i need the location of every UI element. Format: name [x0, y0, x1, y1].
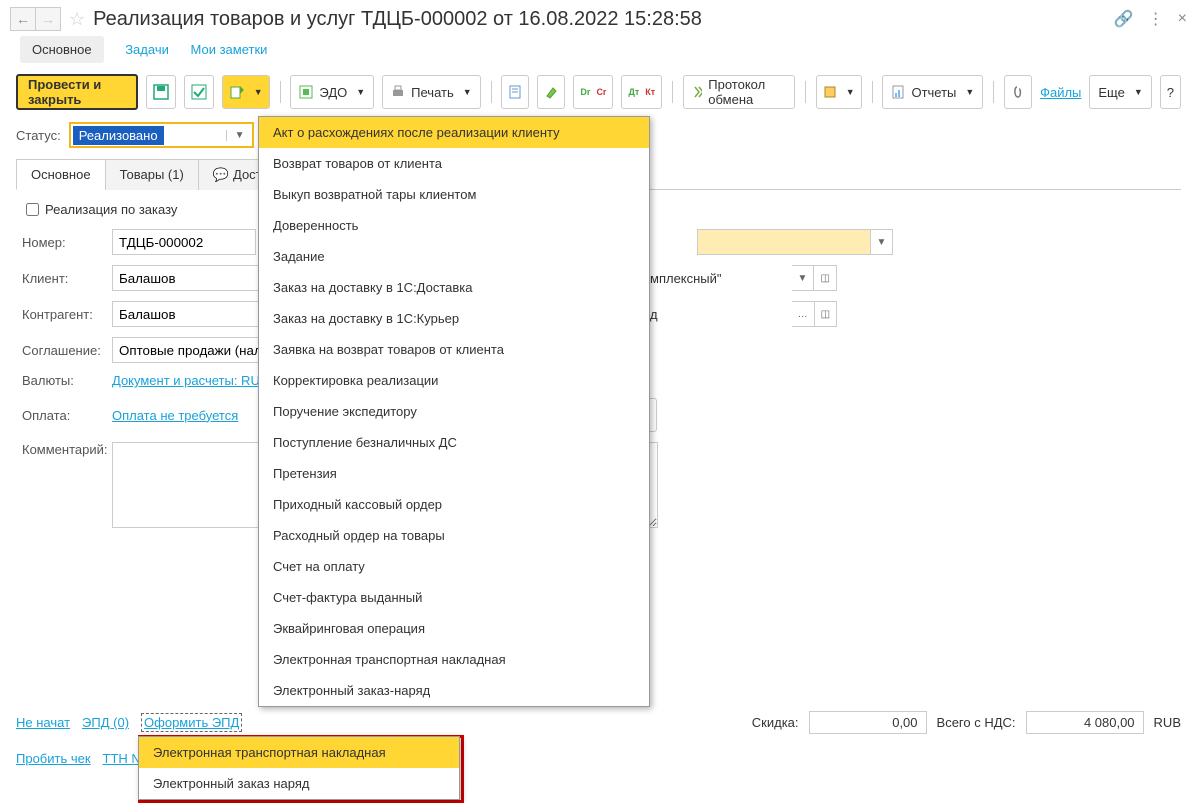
comment-icon: 💬: [213, 167, 229, 182]
comment-label: Комментарий:: [22, 442, 112, 457]
menu-item[interactable]: Заказ на доставку в 1С:Доставка: [259, 272, 649, 303]
tab-main[interactable]: Основное: [16, 159, 106, 190]
help-button[interactable]: ?: [1160, 75, 1181, 109]
link-external-icon[interactable]: 🔗: [1114, 9, 1134, 29]
number-input[interactable]: [112, 229, 256, 255]
number-label: Номер:: [22, 235, 112, 250]
by-order-label: Реализация по заказу: [45, 202, 177, 217]
nav-forward-button[interactable]: →: [36, 7, 61, 31]
create-based-on-button[interactable]: ▼: [222, 75, 270, 109]
kebab-menu-icon[interactable]: ⋮: [1148, 9, 1164, 29]
title-bar: ← → ☆ Реализация товаров и услуг ТДЦБ-00…: [0, 0, 1197, 38]
edo-button[interactable]: ЭДО▼: [290, 75, 374, 109]
menu-item[interactable]: Выкуп возвратной тары клиентом: [259, 179, 649, 210]
total-label: Всего с НДС:: [937, 715, 1016, 730]
client-input[interactable]: [112, 265, 270, 291]
menu-item[interactable]: Возврат товаров от клиента: [259, 148, 649, 179]
status-label: Статус:: [16, 128, 61, 143]
menu-item[interactable]: Электронная транспортная накладная: [259, 644, 649, 675]
menu-item[interactable]: Доверенность: [259, 210, 649, 241]
dt-kt-button[interactable]: ДтКт: [621, 75, 662, 109]
dr-cr-button[interactable]: DrCr: [573, 75, 613, 109]
payment-label: Оплата:: [22, 408, 112, 423]
status-value: Реализовано: [73, 126, 164, 145]
partial-text: д: [650, 307, 658, 322]
footer-row-2: Пробить чек ТТН №: [16, 751, 145, 766]
menu-item[interactable]: Эквайринговая операция: [259, 613, 649, 644]
ellipsis-icon[interactable]: …: [792, 301, 815, 327]
currency-link[interactable]: Документ и расчеты: RU: [112, 373, 260, 388]
section-main[interactable]: Основное: [20, 36, 104, 63]
more-button[interactable]: Еще▼: [1089, 75, 1151, 109]
epd-link[interactable]: ЭПД (0): [82, 715, 129, 730]
agreement-input[interactable]: [112, 337, 270, 363]
close-icon[interactable]: ×: [1178, 10, 1187, 28]
protocol-button[interactable]: Протокол обмена: [683, 75, 795, 109]
issue-epd-link[interactable]: Оформить ЭПД: [141, 713, 242, 732]
menu-item[interactable]: Поручение экспедитору: [259, 396, 649, 427]
files-link[interactable]: Файлы: [1040, 85, 1081, 100]
menu-item[interactable]: Приходный кассовый ордер: [259, 489, 649, 520]
post-and-close-button[interactable]: Провести и закрыть: [16, 74, 138, 110]
menu-item[interactable]: Заказ на доставку в 1С:Курьер: [259, 303, 649, 334]
dropdown-icon[interactable]: ▼: [792, 265, 815, 291]
menu-item[interactable]: Задание: [259, 241, 649, 272]
discount-value[interactable]: 0,00: [809, 711, 927, 734]
menu-item[interactable]: Счет-фактура выданный: [259, 582, 649, 613]
menu-item-etn[interactable]: Электронная транспортная накладная: [139, 737, 459, 768]
menu-item-ezn[interactable]: Электронный заказ наряд: [139, 768, 459, 799]
discount-label: Скидка:: [752, 715, 799, 730]
page-title: Реализация товаров и услуг ТДЦБ-000002 о…: [93, 8, 702, 31]
issue-epd-menu: Электронная транспортная накладная Элект…: [138, 736, 460, 800]
menu-item[interactable]: Заявка на возврат товаров от клиента: [259, 334, 649, 365]
by-order-checkbox[interactable]: [26, 203, 39, 216]
create-based-on-menu: Акт о расхождениях после реализации клие…: [258, 116, 650, 707]
nav-back-button[interactable]: ←: [10, 7, 36, 31]
menu-item[interactable]: Корректировка реализации: [259, 365, 649, 396]
menu-item[interactable]: Счет на оплату: [259, 551, 649, 582]
chevron-down-icon[interactable]: ▼: [226, 130, 253, 141]
favorite-star-icon[interactable]: ☆: [69, 9, 85, 30]
open-icon[interactable]: ◫: [814, 265, 836, 291]
section-tabs: Основное Задачи Мои заметки: [0, 38, 1197, 68]
currency-label: RUB: [1154, 715, 1181, 730]
attach-misc-button[interactable]: ▼: [816, 75, 862, 109]
total-value: 4 080,00: [1026, 711, 1144, 734]
reports-button[interactable]: Отчеты▼: [882, 75, 983, 109]
not-started-link[interactable]: Не начат: [16, 715, 70, 730]
currency-label: Валюты:: [22, 373, 112, 388]
payment-link[interactable]: Оплата не требуется: [112, 408, 238, 423]
tab-goods[interactable]: Товары (1): [105, 159, 199, 190]
section-notes[interactable]: Мои заметки: [190, 42, 267, 57]
menu-item[interactable]: Акт о расхождениях после реализации клие…: [259, 117, 649, 148]
save-button[interactable]: [146, 75, 176, 109]
open-icon[interactable]: ◫: [815, 301, 837, 327]
contragent-input[interactable]: [112, 301, 270, 327]
status-combo[interactable]: Реализовано ▼: [69, 122, 255, 148]
receipt-link[interactable]: Пробить чек: [16, 751, 91, 766]
highlight-button[interactable]: [537, 75, 565, 109]
dropdown-icon[interactable]: ▼: [871, 229, 894, 255]
partial-text: мплексный": [650, 271, 722, 286]
agreement-label: Соглашение:: [22, 343, 112, 358]
menu-item[interactable]: Расходный ордер на товары: [259, 520, 649, 551]
menu-item[interactable]: Претензия: [259, 458, 649, 489]
attach-file-icon[interactable]: [1004, 75, 1032, 109]
print-button[interactable]: Печать▼: [382, 75, 481, 109]
client-label: Клиент:: [22, 271, 112, 286]
menu-item[interactable]: Электронный заказ-наряд: [259, 675, 649, 706]
doc-button[interactable]: [501, 75, 529, 109]
section-tasks[interactable]: Задачи: [125, 42, 169, 57]
toolbar: Провести и закрыть ▼ ЭДО▼ Печать▼ DrCr Д…: [0, 68, 1197, 116]
menu-item[interactable]: Поступление безналичных ДС: [259, 427, 649, 458]
app-window: ← → ☆ Реализация товаров и услуг ТДЦБ-00…: [0, 0, 1197, 800]
contragent-label: Контрагент:: [22, 307, 112, 322]
post-button[interactable]: [184, 75, 214, 109]
